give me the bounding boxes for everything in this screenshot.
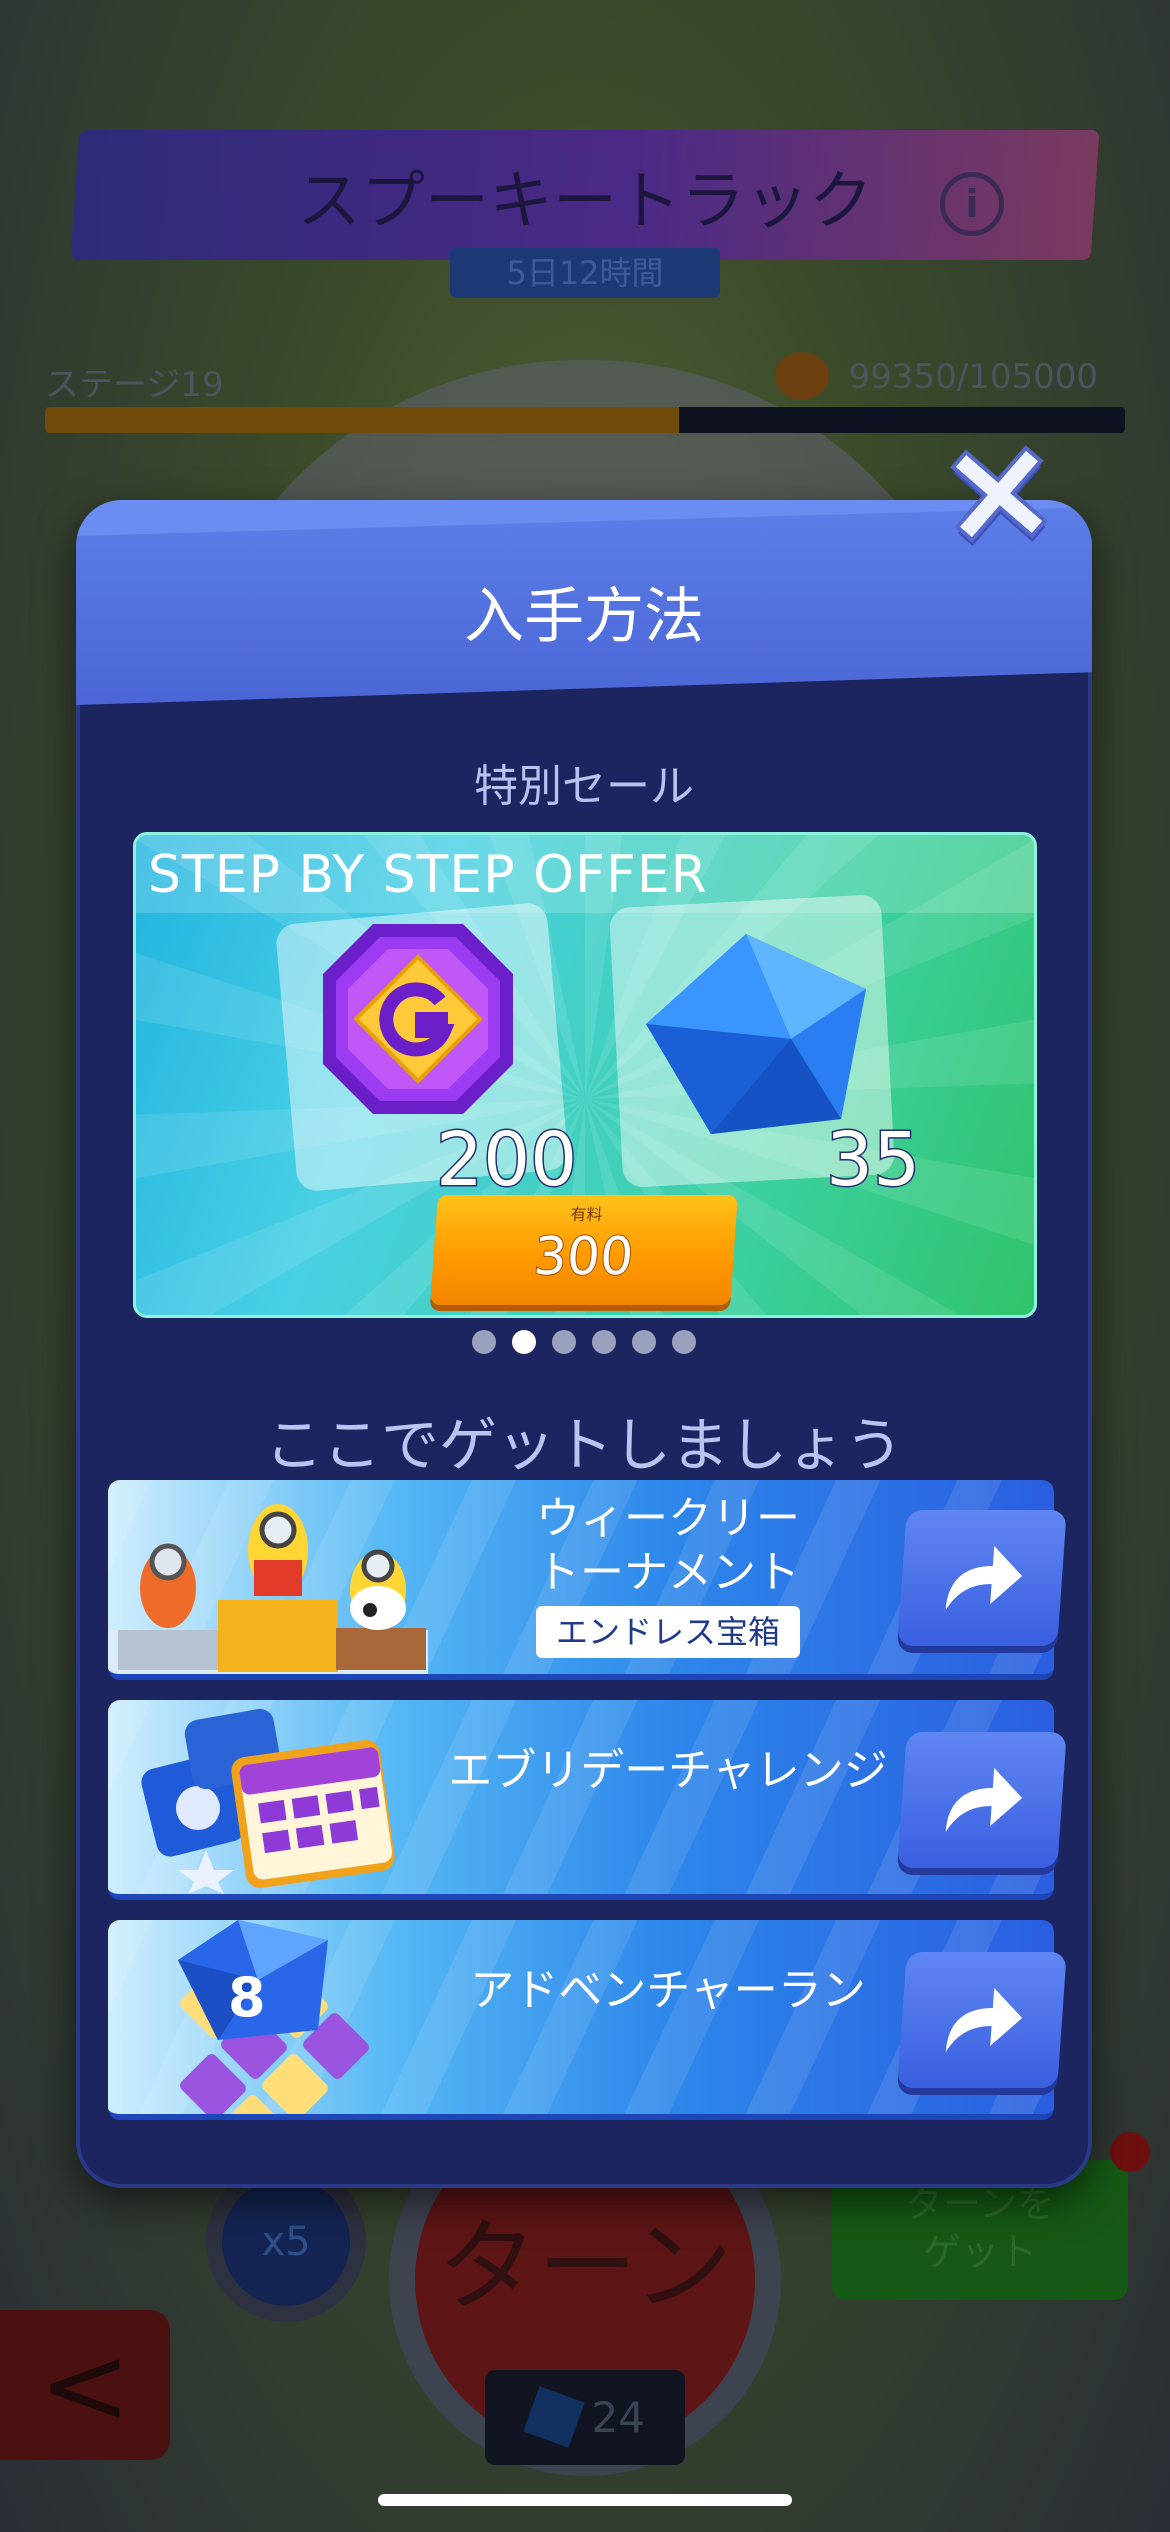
pager-dot[interactable] bbox=[472, 1330, 496, 1354]
progress-bar-fill bbox=[45, 407, 679, 433]
arrow-right-icon bbox=[945, 1988, 1023, 2052]
go-button-weekly-tournament[interactable] bbox=[897, 1510, 1067, 1646]
event-timer: 5日12時間 bbox=[450, 248, 720, 298]
close-button[interactable] bbox=[940, 438, 1058, 550]
offer-title: STEP BY STEP OFFER bbox=[148, 845, 708, 905]
progress-bar bbox=[45, 407, 1125, 433]
close-icon bbox=[950, 445, 1048, 546]
pumpkin-icon bbox=[775, 352, 829, 400]
route-badge: エンドレス宝箱 bbox=[535, 1606, 800, 1658]
info-icon: i bbox=[940, 172, 1004, 236]
pager-dot[interactable] bbox=[672, 1330, 696, 1354]
pager-dot[interactable] bbox=[512, 1330, 536, 1354]
pager-dot[interactable] bbox=[552, 1330, 576, 1354]
dice-count: 24 bbox=[485, 2370, 685, 2465]
go-button-everyday-challenge[interactable] bbox=[897, 1732, 1067, 1868]
buy-button[interactable]: 有料 300 bbox=[430, 1195, 738, 1305]
back-arrow-icon: < bbox=[0, 2310, 170, 2460]
home-indicator bbox=[378, 2494, 792, 2506]
pager-dot[interactable] bbox=[592, 1330, 616, 1354]
gold-token-icon bbox=[323, 924, 513, 1114]
notification-dot bbox=[1110, 2132, 1150, 2172]
item-1-amount: 200 bbox=[434, 1116, 578, 1205]
item-2-amount: 35 bbox=[824, 1116, 921, 1205]
get-here-heading: ここでゲットしましょう bbox=[264, 1411, 903, 1479]
stage-label: ステージ19 bbox=[45, 365, 224, 405]
special-sale-heading: 特別セール bbox=[474, 761, 694, 812]
offer-pager bbox=[76, 1330, 1092, 1354]
minions-podium-icon bbox=[108, 1504, 428, 1674]
price-value: 300 bbox=[531, 1226, 636, 1288]
offer-card[interactable]: STEP BY STEP OFFER 200 35 有料 300 bbox=[133, 832, 1037, 1318]
pager-dot[interactable] bbox=[632, 1330, 656, 1354]
arrow-right-icon bbox=[945, 1546, 1023, 1610]
get-turn-label: ゲット bbox=[922, 2230, 1037, 2274]
how-to-get-dialog: 入手方法 特別セール STEP BY STEP OFFER 200 35 有料 … bbox=[76, 500, 1092, 2188]
route-label: アドベンチャーラン bbox=[470, 1965, 866, 2016]
dialog-title: 入手方法 bbox=[464, 582, 704, 652]
route-label: エブリデーチャレンジ bbox=[448, 1745, 888, 1796]
calendar-icon bbox=[141, 1708, 395, 1894]
svg-text:8: 8 bbox=[228, 1966, 266, 2029]
dice-board-icon: 8 bbox=[178, 1920, 369, 2114]
progress-text: 99350/105000 bbox=[848, 357, 1098, 397]
arrow-right-icon bbox=[945, 1768, 1023, 1832]
go-button-adventure-run[interactable] bbox=[897, 1952, 1067, 2088]
route-label: ウィークリートーナメント bbox=[536, 1493, 800, 1598]
price-label: 有料 bbox=[569, 1205, 604, 1224]
blue-dice-icon bbox=[646, 934, 866, 1134]
